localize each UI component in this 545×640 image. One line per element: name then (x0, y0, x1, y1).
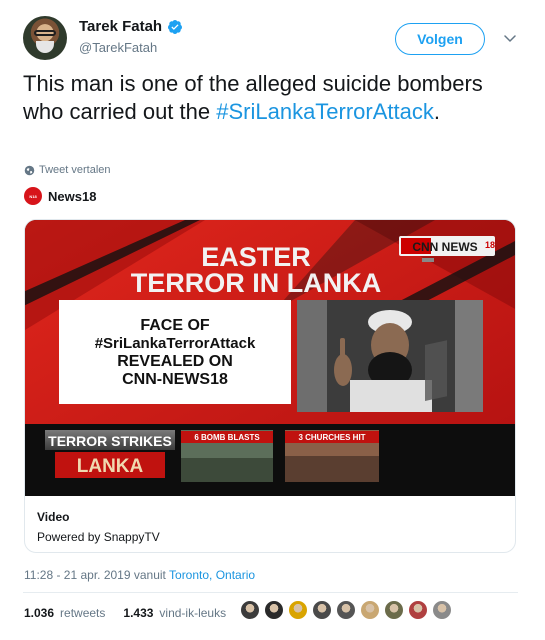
liker-avatar[interactable] (240, 600, 260, 620)
bomb-blasts-image-shade (181, 458, 273, 482)
ticker-line2: LANKA (77, 456, 144, 477)
likes-label[interactable]: vind-ik-leuks (159, 606, 226, 620)
liker-avatar[interactable] (408, 600, 428, 620)
tweet-header: Tarek Fatah @TarekFatah Volgen (23, 16, 523, 62)
follow-button[interactable]: Volgen (395, 23, 485, 55)
globe-icon (24, 165, 35, 175)
news18-logo-icon: N18 (24, 187, 42, 205)
translate-label: Tweet vertalen (39, 164, 111, 176)
timestamp-location[interactable]: Toronto, Ontario (169, 568, 255, 582)
churches-hit-image-shade (285, 456, 379, 482)
tweet-text: This man is one of the alleged suicide b… (23, 70, 518, 126)
caption-line2: #SriLankaTerrorAttack (95, 335, 256, 352)
caption-line1: FACE OF (140, 317, 210, 334)
timestamp-time[interactable]: 11:28 - 21 apr. 2019 vanuit (24, 568, 169, 582)
liker-avatar[interactable] (432, 600, 452, 620)
author-name-line: Tarek Fatah (79, 18, 183, 35)
tag-churches: 3 CHURCHES HIT (298, 433, 365, 442)
headline-line2: TERROR IN LANKA (131, 268, 382, 298)
liker-avatar[interactable] (384, 600, 404, 620)
tag-bombs: 6 BOMB BLASTS (194, 433, 260, 442)
liker-avatar[interactable] (312, 600, 332, 620)
hashtag-link[interactable]: #SriLankaTerrorAttack (216, 99, 434, 124)
avatar-beard (36, 41, 54, 53)
liker-avatar[interactable] (360, 600, 380, 620)
liker-avatar[interactable] (336, 600, 356, 620)
tweet-text-end: . (433, 99, 441, 124)
card-powered-by: Powered by SnappyTV (37, 530, 160, 544)
tweet-stats: 1.036 retweets 1.433 vind-ik-leuks (24, 606, 226, 620)
video-frame: EASTER TERROR IN LANKA CNN NEWS 18 FACE … (25, 220, 515, 496)
chevron-down-icon[interactable] (501, 29, 519, 47)
card-source[interactable]: N18 News18 (24, 187, 96, 205)
caption-box (59, 300, 291, 404)
liker-avatar[interactable] (264, 600, 284, 620)
translate-tweet-link[interactable]: Tweet vertalen (24, 164, 111, 176)
ticker-ornament (425, 340, 447, 401)
video-player[interactable]: EASTER TERROR IN LANKA CNN NEWS 18 FACE … (25, 220, 515, 496)
divider (23, 592, 518, 593)
liker-avatar[interactable] (288, 600, 308, 620)
card-footer: Video Powered by SnappyTV (25, 496, 515, 552)
card-title: Video (37, 510, 70, 524)
caption-line3: REVEALED ON (117, 353, 233, 370)
author-display-name[interactable]: Tarek Fatah (79, 18, 162, 35)
liker-avatars (240, 600, 452, 620)
caption-line4: CNN-NEWS18 (122, 371, 228, 388)
avatar-glasses (34, 30, 56, 36)
retweets-label[interactable]: retweets (60, 606, 105, 620)
retweets-count[interactable]: 1.036 (24, 606, 54, 620)
tweet-timestamp: 11:28 - 21 apr. 2019 vanuit Toronto, Ont… (24, 568, 255, 582)
suspect-photo (297, 300, 483, 412)
source-name: News18 (48, 188, 97, 204)
channel-logo-text: CNN NEWS (412, 240, 477, 254)
video-card[interactable]: EASTER TERROR IN LANKA CNN NEWS 18 FACE … (24, 219, 516, 553)
author-avatar[interactable] (23, 16, 67, 60)
author-handle[interactable]: @TarekFatah (79, 40, 157, 55)
likes-count[interactable]: 1.433 (123, 606, 153, 620)
verified-badge-icon (168, 19, 183, 34)
ticker-line1: TERROR STRIKES (48, 433, 172, 449)
channel-logo-sup: 18 (485, 240, 495, 250)
